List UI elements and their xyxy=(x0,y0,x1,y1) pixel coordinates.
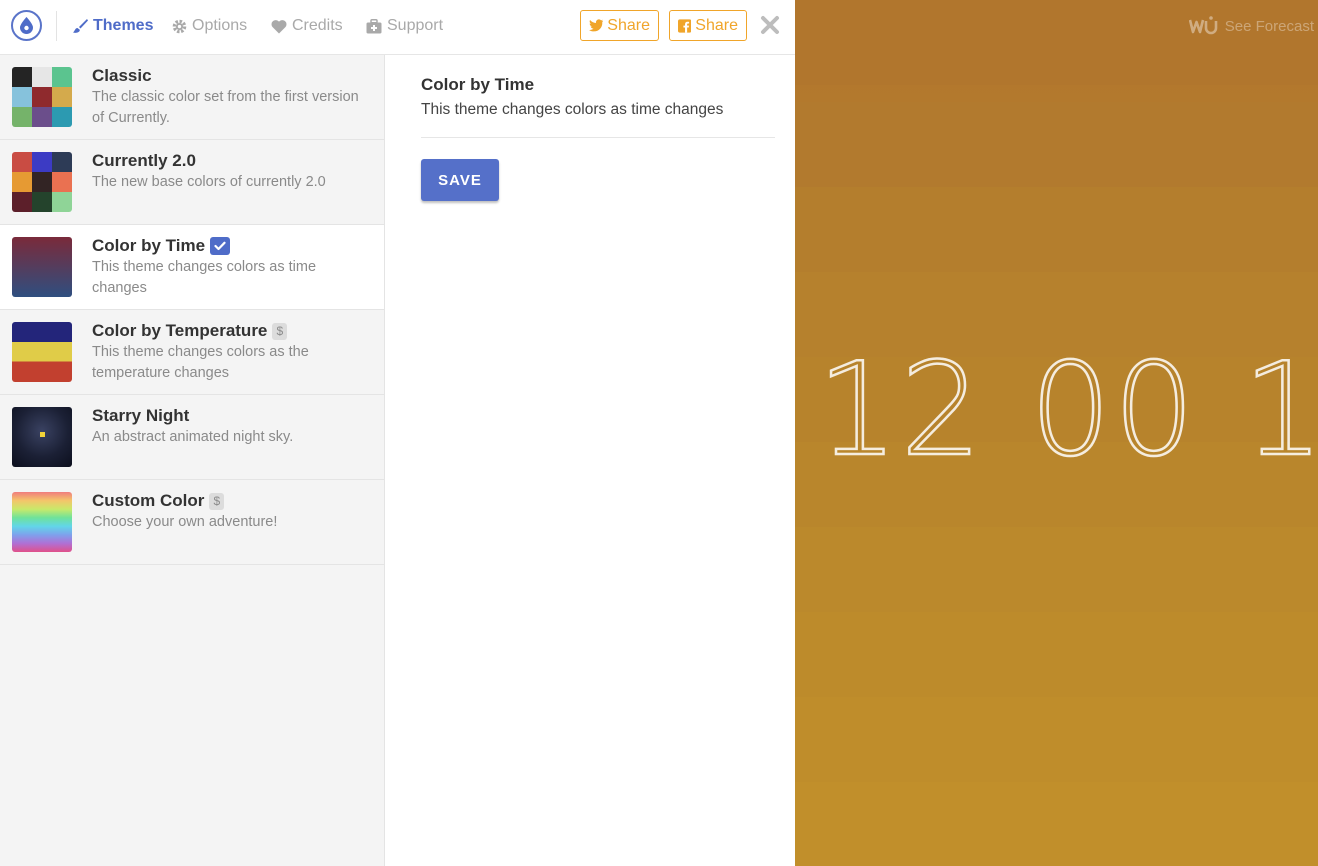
theme-title: Starry Night xyxy=(92,406,189,426)
swatch-color-cell xyxy=(32,67,52,87)
background-stripe xyxy=(795,527,1318,612)
swatch-color-cell xyxy=(52,87,72,107)
nav-divider xyxy=(56,11,57,41)
theme-title: Color by Temperature $ xyxy=(92,321,288,341)
swatch-color-cell xyxy=(52,192,72,212)
theme-list: Classic The classic color set from the f… xyxy=(0,55,385,866)
save-button[interactable]: SAVE xyxy=(421,159,499,201)
swatch-color-cell xyxy=(52,152,72,172)
currently-2-swatch xyxy=(12,152,72,212)
theme-item-color-by-time[interactable]: Color by Time This theme changes colors … xyxy=(0,225,384,310)
background-stripe xyxy=(795,697,1318,782)
tab-support-label: Support xyxy=(387,17,444,34)
gear-icon xyxy=(172,19,187,33)
tab-credits[interactable]: Credits xyxy=(271,16,343,36)
theme-item-currently-2[interactable]: Currently 2.0 The new base colors of cur… xyxy=(0,140,384,225)
swatch-color-cell xyxy=(12,87,32,107)
swatch-color-cell xyxy=(12,152,32,172)
swatch-color-cell xyxy=(12,192,32,212)
theme-title: Custom Color $ xyxy=(92,491,225,511)
tab-support[interactable]: Support xyxy=(366,16,443,36)
close-icon[interactable] xyxy=(760,15,780,35)
detail-description: This theme changes colors as time change… xyxy=(421,101,724,118)
background-stripe xyxy=(795,782,1318,866)
clock-display: See Forecast 120018 xyxy=(795,0,1318,866)
top-nav-bar: Themes Options Credits Support Share Sha… xyxy=(0,0,795,55)
theme-title: Color by Time xyxy=(92,236,231,256)
clock-hours: 12 xyxy=(816,336,984,485)
check-icon xyxy=(210,237,231,255)
swatch-color-cell xyxy=(32,152,52,172)
tab-themes-label: Themes xyxy=(93,17,154,34)
facebook-share-button[interactable]: Share xyxy=(669,10,747,41)
currently-logo-icon[interactable] xyxy=(11,10,42,41)
swatch-color-cell xyxy=(32,107,52,127)
see-forecast-label: See Forecast xyxy=(1224,17,1314,35)
color-by-temperature-swatch xyxy=(12,322,72,382)
starry-night-swatch xyxy=(12,407,72,467)
theme-title: Classic xyxy=(92,66,152,86)
detail-divider xyxy=(421,137,775,138)
clock-time: 120018 xyxy=(816,344,1318,477)
swatch-color-cell xyxy=(12,67,32,87)
swatch-color-cell xyxy=(12,172,32,192)
clock-minutes: 00 xyxy=(1029,336,1197,485)
theme-item-starry-night[interactable]: Starry Night An abstract animated night … xyxy=(0,395,384,480)
color-by-time-swatch xyxy=(12,237,72,297)
theme-title-text: Color by Time xyxy=(92,236,206,255)
tab-themes[interactable]: Themes xyxy=(72,16,153,36)
background-stripe xyxy=(795,612,1318,697)
background-stripe xyxy=(795,187,1318,272)
premium-dollar-icon: $ xyxy=(272,322,288,340)
twitter-share-button[interactable]: Share xyxy=(580,10,659,41)
theme-item-custom-color[interactable]: Custom Color $ Choose your own adventure… xyxy=(0,480,384,565)
medkit-icon xyxy=(366,18,382,33)
theme-title-text: Color by Temperature xyxy=(92,321,268,340)
theme-title-text: Currently 2.0 xyxy=(92,151,196,170)
tab-options-label: Options xyxy=(192,17,248,34)
settings-panel: Themes Options Credits Support Share Sha… xyxy=(0,0,795,866)
tab-options[interactable]: Options xyxy=(172,16,247,36)
premium-dollar-icon: $ xyxy=(209,492,225,510)
see-forecast-link[interactable]: See Forecast xyxy=(1188,16,1314,36)
swatch-color-cell xyxy=(12,107,32,127)
swatch-color-cell xyxy=(32,172,52,192)
theme-description: The classic color set from the first ver… xyxy=(92,89,359,126)
theme-title-text: Classic xyxy=(92,66,152,85)
weather-underground-icon xyxy=(1188,16,1218,35)
theme-description: The new base colors of currently 2.0 xyxy=(92,174,326,190)
theme-title-text: Starry Night xyxy=(92,406,190,425)
heart-icon xyxy=(271,19,287,33)
background-stripe xyxy=(795,0,1318,85)
theme-description: This theme changes colors as the tempera… xyxy=(92,344,309,381)
theme-title: Currently 2.0 xyxy=(92,151,196,171)
clock-seconds: 18 xyxy=(1242,336,1318,485)
swatch-color-cell xyxy=(32,87,52,107)
theme-item-color-by-temperature[interactable]: Color by Temperature $ This theme change… xyxy=(0,310,384,395)
tab-credits-label: Credits xyxy=(292,17,343,34)
star-icon xyxy=(40,432,45,437)
paintbrush-icon xyxy=(73,19,88,33)
classic-swatch xyxy=(12,67,72,127)
twitter-icon xyxy=(589,19,604,32)
theme-description: This theme changes colors as time change… xyxy=(92,259,317,296)
background-stripe xyxy=(795,102,1318,187)
detail-title: Color by Time xyxy=(421,75,535,94)
theme-detail-panel: Color by Time This theme changes colors … xyxy=(385,55,795,866)
swatch-color-cell xyxy=(52,172,72,192)
swatch-color-cell xyxy=(52,67,72,87)
swatch-color-cell xyxy=(32,192,52,212)
theme-title-text: Custom Color xyxy=(92,491,205,510)
facebook-share-label: Share xyxy=(695,16,738,34)
twitter-share-label: Share xyxy=(607,16,650,34)
facebook-icon xyxy=(678,18,692,33)
swatch-color-cell xyxy=(52,107,72,127)
theme-description: An abstract animated night sky. xyxy=(92,429,294,445)
custom-color-swatch xyxy=(12,492,72,552)
theme-item-classic[interactable]: Classic The classic color set from the f… xyxy=(0,55,384,140)
theme-description: Choose your own adventure! xyxy=(92,514,278,530)
